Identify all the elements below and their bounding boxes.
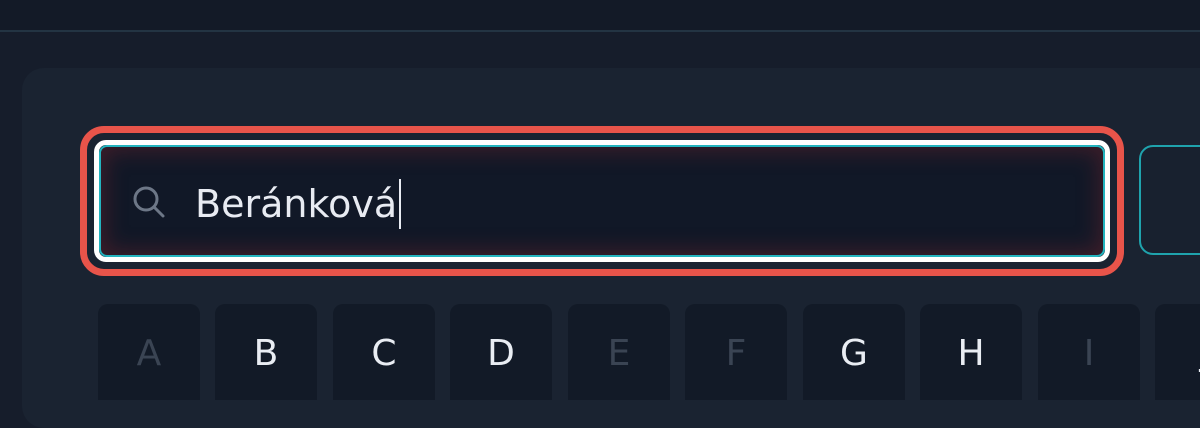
key-g[interactable]: G (803, 304, 905, 400)
key-j[interactable]: J (1155, 304, 1200, 400)
search-input-text: Beránková (195, 179, 402, 229)
text-caret (399, 179, 402, 229)
search-icon (133, 186, 165, 218)
top-bar (0, 0, 1200, 32)
key-i: I (1038, 304, 1140, 400)
search-side-button[interactable] (1139, 145, 1200, 255)
search-input-value: Beránková (195, 182, 398, 226)
key-a: A (98, 304, 200, 400)
letter-keyboard: A B C D E F G H I J (98, 304, 1200, 400)
search-input[interactable]: Beránková (94, 140, 1110, 262)
key-h[interactable]: H (920, 304, 1022, 400)
key-c[interactable]: C (333, 304, 435, 400)
key-d[interactable]: D (450, 304, 552, 400)
key-f: F (685, 304, 787, 400)
key-e: E (568, 304, 670, 400)
key-b[interactable]: B (215, 304, 317, 400)
